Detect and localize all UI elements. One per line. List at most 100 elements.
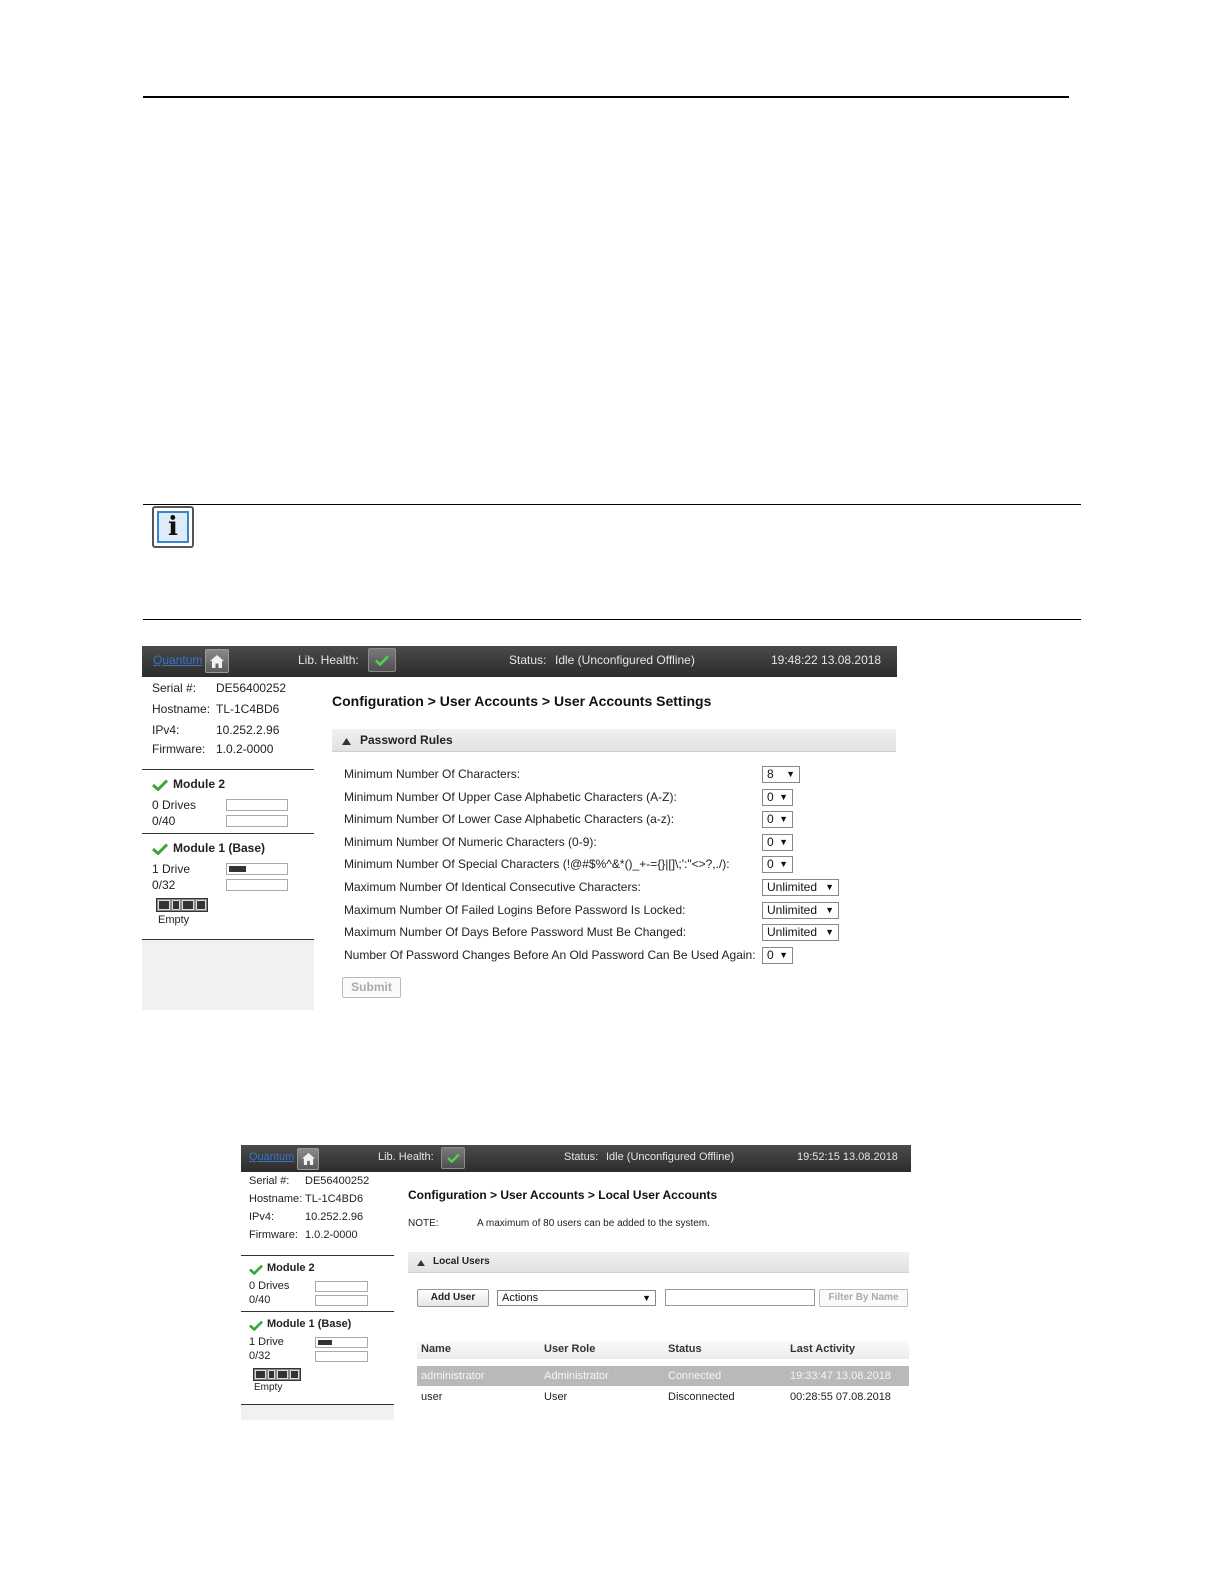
note-top-rule bbox=[143, 504, 1081, 505]
check-icon bbox=[152, 843, 168, 855]
col-user-role: User Role bbox=[544, 1343, 596, 1355]
module-2-slot-bar bbox=[315, 1295, 368, 1306]
panel-title: Password Rules bbox=[360, 733, 453, 747]
rule-select[interactable]: 0 ▼ bbox=[762, 833, 793, 851]
module-2-drives: 0 Drives bbox=[249, 1280, 290, 1292]
lib-health-button[interactable] bbox=[368, 648, 396, 672]
rule-select[interactable]: Unlimited ▼ bbox=[762, 924, 839, 942]
dropdown-arrow-icon: ▼ bbox=[779, 814, 788, 825]
dropdown-arrow-icon: ▼ bbox=[825, 927, 834, 938]
firmware-value: 1.0.2-0000 bbox=[305, 1229, 358, 1241]
local-users-header[interactable]: Local Users bbox=[408, 1252, 909, 1273]
rule-label: Maximum Number Of Days Before Password M… bbox=[344, 925, 687, 940]
rule-select[interactable]: Unlimited ▼ bbox=[762, 901, 839, 919]
library-info: Serial #: DE56400252 Hostname: TL-1C4BD6… bbox=[241, 1172, 394, 1255]
module-1-drives: 1 Drive bbox=[249, 1336, 284, 1348]
module-2-title: Module 2 bbox=[173, 777, 226, 791]
module-2-drive-bar bbox=[226, 799, 288, 811]
rule-select-value: 8 bbox=[767, 767, 774, 781]
table-row[interactable]: user User Disconnected 00:28:55 07.08.2018 bbox=[417, 1387, 909, 1407]
top-bar: Quantum Lib. Health: Status: Idle (Uncon… bbox=[241, 1145, 911, 1172]
module-1-slots: 0/32 bbox=[249, 1350, 271, 1362]
status-label: Status: bbox=[564, 1151, 599, 1163]
collapse-triangle-icon bbox=[342, 738, 351, 745]
module-2[interactable]: Module 2 0 Drives 0/40 bbox=[142, 769, 314, 833]
ipv4-value: 10.252.2.96 bbox=[305, 1211, 364, 1223]
dropdown-arrow-icon: ▼ bbox=[779, 859, 788, 870]
cartridge-icon[interactable] bbox=[253, 1368, 301, 1381]
datetime: 19:52:15 13.08.2018 bbox=[797, 1151, 898, 1163]
home-button[interactable] bbox=[297, 1148, 319, 1170]
note-label: NOTE: bbox=[408, 1218, 439, 1229]
collapse-triangle-icon bbox=[417, 1260, 425, 1266]
cartridge-label: Empty bbox=[158, 914, 190, 926]
hostname-label: Hostname: bbox=[249, 1193, 303, 1205]
lib-health-label: Lib. Health: bbox=[378, 1151, 434, 1163]
rule-select[interactable]: Unlimited ▼ bbox=[762, 879, 839, 896]
rule-label: Maximum Number Of Identical Consecutive … bbox=[344, 880, 641, 894]
dropdown-arrow-icon: ▼ bbox=[642, 1293, 651, 1303]
home-icon bbox=[210, 654, 224, 668]
serial-label: Serial #: bbox=[152, 681, 197, 695]
library-info: Serial #: DE56400252 Hostname: TL-1C4BD6… bbox=[142, 677, 314, 769]
rule-select[interactable]: 0 ▼ bbox=[762, 946, 793, 964]
module-1[interactable]: Module 1 (Base) 1 Drive 0/32 Empty bbox=[142, 833, 314, 940]
rule-label: Minimum Number Of Characters: bbox=[344, 767, 521, 781]
col-last-activity: Last Activity bbox=[790, 1343, 856, 1355]
hostname-value: TL-1C4BD6 bbox=[216, 702, 280, 716]
ipv4-label: IPv4: bbox=[152, 723, 180, 737]
page-header-rule bbox=[143, 96, 1069, 98]
info-icon: i bbox=[152, 506, 194, 548]
password-rules-header[interactable]: Password Rules bbox=[332, 729, 896, 752]
module-1-drives: 1 Drive bbox=[152, 862, 191, 876]
sidebar: Serial #: DE56400252 Hostname: TL-1C4BD6… bbox=[142, 677, 314, 1010]
module-1[interactable]: Module 1 (Base) 1 Drive 0/32 Empty bbox=[241, 1311, 394, 1405]
module-2[interactable]: Module 2 0 Drives 0/40 bbox=[241, 1255, 394, 1311]
quantum-logo-link[interactable]: Quantum bbox=[249, 1151, 294, 1163]
cell-name: administrator bbox=[421, 1370, 485, 1382]
ipv4-value: 10.252.2.96 bbox=[216, 723, 280, 737]
hostname-value: TL-1C4BD6 bbox=[305, 1193, 364, 1205]
home-icon bbox=[301, 1153, 315, 1165]
actions-select[interactable]: Actions ▼ bbox=[497, 1290, 656, 1306]
module-2-drives: 0 Drives bbox=[152, 798, 197, 812]
check-icon bbox=[446, 1153, 460, 1163]
module-2-title: Module 2 bbox=[267, 1262, 315, 1274]
quantum-logo-link[interactable]: Quantum bbox=[153, 653, 202, 667]
note-bottom-rule bbox=[143, 619, 1081, 620]
cell-role: User bbox=[544, 1391, 568, 1403]
firmware-value: 1.0.2-0000 bbox=[216, 742, 274, 756]
screenshot-password-rules: Quantum Lib. Health: Status: Idle (Uncon… bbox=[142, 646, 897, 1010]
serial-value: DE56400252 bbox=[305, 1175, 370, 1187]
home-button[interactable] bbox=[205, 649, 229, 673]
module-2-slot-bar bbox=[226, 815, 288, 827]
rule-select-value: Unlimited bbox=[767, 925, 818, 940]
rule-select[interactable]: 0 ▼ bbox=[762, 788, 793, 806]
rule-select-value: Unlimited bbox=[767, 880, 818, 894]
rule-select[interactable]: 8 ▼ bbox=[762, 766, 800, 783]
rule-select[interactable]: 0 ▼ bbox=[762, 856, 793, 874]
cell-last: 19:33:47 13.08.2018 bbox=[790, 1370, 891, 1382]
submit-button[interactable]: Submit bbox=[342, 977, 401, 998]
rule-select[interactable]: 0 ▼ bbox=[762, 811, 793, 829]
lib-health-button[interactable] bbox=[441, 1147, 465, 1169]
module-1-title: Module 1 (Base) bbox=[267, 1318, 352, 1330]
cartridge-icon[interactable] bbox=[156, 898, 208, 912]
filter-input[interactable] bbox=[665, 1289, 815, 1306]
top-bar: Quantum Lib. Health: Status: Idle (Uncon… bbox=[142, 646, 897, 677]
module-2-drive-bar bbox=[315, 1281, 368, 1292]
rule-label: Minimum Number Of Special Characters (!@… bbox=[344, 857, 730, 872]
check-icon bbox=[249, 1264, 263, 1275]
cartridge-label: Empty bbox=[254, 1382, 283, 1393]
note-text: A maximum of 80 users can be added to th… bbox=[477, 1218, 710, 1229]
module-1-drive-bar bbox=[226, 863, 288, 875]
breadcrumb: Configuration > User Accounts > Local Us… bbox=[408, 1188, 718, 1202]
filter-by-name-button[interactable]: Filter By Name bbox=[819, 1289, 908, 1307]
serial-value: DE56400252 bbox=[216, 681, 287, 695]
rule-label: Minimum Number Of Upper Case Alphabetic … bbox=[344, 789, 677, 804]
check-icon bbox=[375, 655, 389, 666]
add-user-button[interactable]: Add User bbox=[417, 1289, 489, 1307]
hostname-label: Hostname: bbox=[152, 702, 211, 716]
col-name: Name bbox=[421, 1343, 451, 1355]
table-row[interactable]: administrator Administrator Connected 19:33… bbox=[417, 1366, 909, 1386]
